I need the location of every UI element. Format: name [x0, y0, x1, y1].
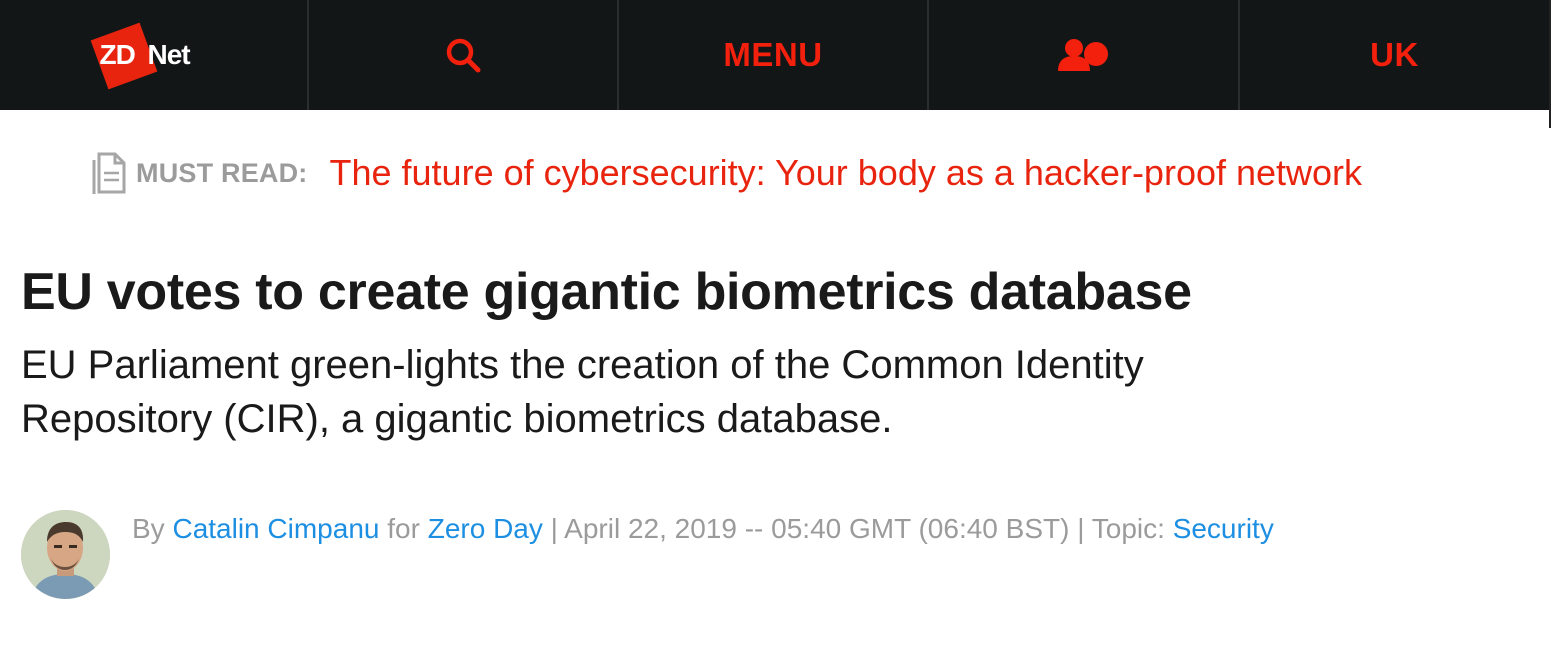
logo-net-text: Net — [147, 39, 191, 70]
top-navigation: ZD Net MENU UK — [0, 0, 1549, 110]
must-read-link[interactable]: The future of cybersecurity: Your body a… — [330, 152, 1363, 194]
author-link[interactable]: Catalin Cimpanu — [172, 513, 379, 544]
byline-for: for — [387, 513, 420, 544]
logo-zd-text: ZD — [99, 39, 136, 70]
edition-label: UK — [1370, 36, 1419, 73]
zdnet-logo: ZD Net — [90, 15, 210, 95]
must-read-banner: MUST READ: The future of cybersecurity: … — [90, 150, 1362, 196]
must-read-label: MUST READ: — [136, 157, 308, 188]
user-group-icon — [1057, 39, 1108, 71]
account-button[interactable] — [929, 0, 1240, 110]
edition-selector[interactable]: UK — [1240, 0, 1549, 110]
menu-label: MENU — [723, 36, 823, 73]
byline-row: By Catalin Cimpanu for Zero Day | April … — [21, 510, 1274, 599]
article-summary: EU Parliament green-lights the creation … — [21, 343, 1144, 441]
author-avatar[interactable] — [21, 510, 110, 599]
logo-link[interactable]: ZD Net — [0, 0, 309, 110]
byline-by: By — [132, 513, 165, 544]
document-icon — [92, 152, 126, 194]
blog-link[interactable]: Zero Day — [428, 513, 543, 544]
menu-button[interactable]: MENU — [619, 0, 929, 110]
article-headline: EU votes to create gigantic biometrics d… — [21, 263, 1192, 321]
author-photo — [21, 510, 110, 599]
topic-link[interactable]: Security — [1173, 513, 1274, 544]
search-icon — [446, 38, 481, 73]
search-button[interactable] — [309, 0, 619, 110]
byline-text: By Catalin Cimpanu for Zero Day | April … — [132, 510, 1274, 545]
byline-date: | April 22, 2019 -- 05:40 GMT (06:40 BST… — [550, 513, 1165, 544]
